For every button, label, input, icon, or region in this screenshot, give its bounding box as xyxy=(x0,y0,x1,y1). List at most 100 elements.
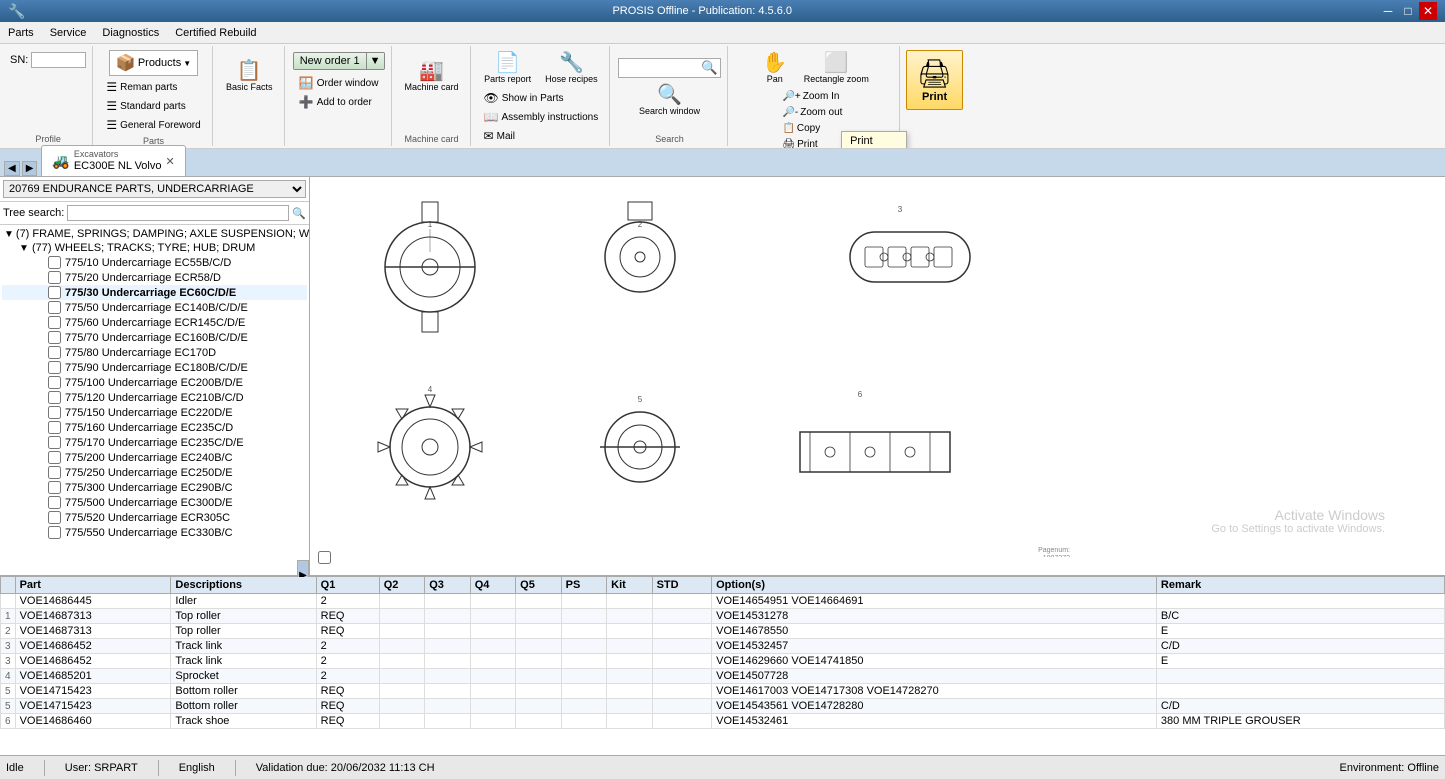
cell-kit xyxy=(607,609,652,624)
cell-std xyxy=(652,699,712,714)
tab-close-button[interactable]: ✕ xyxy=(166,155,175,168)
status-user: User: SRPART xyxy=(65,762,138,774)
reman-parts-button[interactable]: ☰ Reman parts xyxy=(101,78,205,96)
content-row: 20769 ENDURANCE PARTS, UNDERCARRIAGE Tre… xyxy=(0,177,1445,575)
hose-recipes-button[interactable]: 🔧 Hose recipes xyxy=(540,50,603,87)
products-group: 📦 Products ▼ ☰ Reman parts ☰ Standard pa… xyxy=(95,46,212,146)
cell-std xyxy=(652,669,712,684)
zoom-in-button[interactable]: 🔎+ Zoom In xyxy=(778,89,850,104)
zoom-out-button[interactable]: 🔎- Zoom out xyxy=(778,105,850,120)
table-row[interactable]: 2 VOE14687313 Top roller REQ VOE14678550… xyxy=(1,624,1445,639)
sn-input[interactable] xyxy=(31,52,86,68)
title-bar-title: PROSIS Offline - Publication: 4.5.6.0 xyxy=(612,5,792,17)
menu-service[interactable]: Service xyxy=(42,22,95,43)
menu-certified-rebuild[interactable]: Certified Rebuild xyxy=(167,22,264,43)
toolbar-search-input[interactable] xyxy=(619,61,699,75)
new-order-button[interactable]: New order 1 ▼ xyxy=(293,52,385,70)
cell-q5 xyxy=(516,714,561,729)
tree-search-input[interactable] xyxy=(67,205,289,221)
cell-q1: REQ xyxy=(316,609,379,624)
cell-options: VOE14531278 xyxy=(712,609,1157,624)
table-row[interactable]: 3 VOE14686452 Track link 2 VOE14629660 V… xyxy=(1,654,1445,669)
products-button[interactable]: 📦 Products ▼ xyxy=(109,50,198,76)
tree-item[interactable]: 775/300 Undercarriage EC290B/C xyxy=(2,480,307,495)
tree-search-button[interactable]: 🔍 xyxy=(292,207,306,220)
cell-q3 xyxy=(425,714,470,729)
pan-button[interactable]: ✋ Pan xyxy=(755,50,795,87)
order-window-button[interactable]: 🪟 Order window xyxy=(294,74,384,92)
machine-card-button[interactable]: 🏭 Machine card xyxy=(400,58,464,95)
print-button[interactable]: 🖨 Print xyxy=(906,50,964,110)
menu-parts[interactable]: Parts xyxy=(0,22,42,43)
tree-item[interactable]: 775/160 Undercarriage EC235C/D xyxy=(2,420,307,435)
tree-item[interactable]: 775/90 Undercarriage EC180B/C/D/E xyxy=(2,360,307,375)
cell-q5 xyxy=(516,699,561,714)
minimize-button[interactable]: ─ xyxy=(1379,2,1397,20)
tree-item[interactable]: 775/100 Undercarriage EC200B/D/E xyxy=(2,375,307,390)
col-std: STD xyxy=(652,577,712,594)
table-row[interactable]: 4 VOE14685201 Sprocket 2 VOE14507728 xyxy=(1,669,1445,684)
rectangle-zoom-button[interactable]: ⬜ Rectangle zoom xyxy=(799,50,874,87)
diagram-container: 1 2 xyxy=(310,177,1445,575)
main-tab[interactable]: 🚜 Excavators EC300E NL Volvo ✕ xyxy=(41,145,185,176)
cell-remark: E xyxy=(1156,654,1444,669)
tree-item[interactable]: 775/200 Undercarriage EC240B/C xyxy=(2,450,307,465)
tree-item[interactable]: 775/550 Undercarriage EC330B/C xyxy=(2,525,307,540)
cell-remark xyxy=(1156,669,1444,684)
toolbar-search-button[interactable]: 🔍 xyxy=(699,59,720,77)
cell-remark xyxy=(1156,594,1444,609)
catalog-dropdown[interactable]: 20769 ENDURANCE PARTS, UNDERCARRIAGE xyxy=(3,180,306,198)
close-button[interactable]: ✕ xyxy=(1419,2,1437,20)
table-row[interactable]: 1 VOE14687313 Top roller REQ VOE14531278… xyxy=(1,609,1445,624)
cell-ps xyxy=(561,669,606,684)
mail-button[interactable]: ✉ Mail xyxy=(479,127,604,145)
tree-item[interactable]: 775/500 Undercarriage EC300D/E xyxy=(2,495,307,510)
tree-item[interactable]: 775/10 Undercarriage EC55B/C/D xyxy=(2,255,307,270)
table-row[interactable]: 5 VOE14715423 Bottom roller REQ VOE14543… xyxy=(1,699,1445,714)
cell-q5 xyxy=(516,654,561,669)
search-window-button[interactable]: 🔍 Search window xyxy=(634,82,705,119)
cell-remark: C/D xyxy=(1156,639,1444,654)
col-q3: Q3 xyxy=(425,577,470,594)
tree-item[interactable]: ▼(77) WHEELS; TRACKS; TYRE; HUB; DRUM xyxy=(2,241,307,255)
tree-item[interactable]: 775/150 Undercarriage EC220D/E xyxy=(2,405,307,420)
tree-item[interactable]: 775/120 Undercarriage EC210B/C/D xyxy=(2,390,307,405)
cell-desc: Track link xyxy=(171,639,316,654)
print-btn-small[interactable]: 🖨 Print xyxy=(778,137,850,149)
cell-desc: Bottom roller xyxy=(171,684,316,699)
search-box-toolbar: 🔍 xyxy=(618,58,721,78)
parts-table: Part Descriptions Q1 Q2 Q3 Q4 Q5 PS Kit … xyxy=(0,576,1445,729)
diagram-checkbox[interactable] xyxy=(318,551,331,567)
general-foreword-button[interactable]: ☰ General Foreword xyxy=(101,116,205,134)
basic-facts-button[interactable]: 📋 Basic Facts xyxy=(221,58,278,95)
table-row[interactable]: 3 VOE14686452 Track link 2 VOE14532457 C… xyxy=(1,639,1445,654)
copy-button[interactable]: 📋 Copy xyxy=(778,121,850,136)
tree-item[interactable]: ▼(7) FRAME, SPRINGS; DAMPING; AXLE SUSPE… xyxy=(2,227,307,241)
tree-item[interactable]: 775/60 Undercarriage ECR145C/D/E xyxy=(2,315,307,330)
tree-item[interactable]: 775/170 Undercarriage EC235C/D/E xyxy=(2,435,307,450)
left-panel: 20769 ENDURANCE PARTS, UNDERCARRIAGE Tre… xyxy=(0,177,310,575)
tree-item[interactable]: 775/20 Undercarriage ECR58/D xyxy=(2,270,307,285)
table-row[interactable]: 6 VOE14686460 Track shoe REQ VOE14532461… xyxy=(1,714,1445,729)
cell-seq: 3 xyxy=(1,654,16,669)
tree-item[interactable]: 775/250 Undercarriage EC250D/E xyxy=(2,465,307,480)
standard-parts-button[interactable]: ☰ Standard parts xyxy=(101,97,205,115)
tab-forward-button[interactable]: ▶ xyxy=(22,161,38,176)
assembly-instructions-button[interactable]: 📖 Assembly instructions xyxy=(479,108,604,126)
menu-diagnostics[interactable]: Diagnostics xyxy=(94,22,167,43)
cell-q4 xyxy=(470,699,515,714)
cell-q4 xyxy=(470,714,515,729)
parts-report-button[interactable]: 📄 Parts report xyxy=(479,50,536,87)
tab-back-button[interactable]: ◀ xyxy=(4,161,20,176)
table-row[interactable]: 5 VOE14715423 Bottom roller REQ VOE14617… xyxy=(1,684,1445,699)
tree-item[interactable]: 775/70 Undercarriage EC160B/C/D/E xyxy=(2,330,307,345)
tree-item[interactable]: 775/50 Undercarriage EC140B/C/D/E xyxy=(2,300,307,315)
table-row[interactable]: VOE14686445 Idler 2 VOE14654951 VOE14664… xyxy=(1,594,1445,609)
add-to-order-button[interactable]: ➕ Add to order xyxy=(294,93,384,111)
title-bar-controls[interactable]: ─ □ ✕ xyxy=(1379,2,1437,20)
maximize-button[interactable]: □ xyxy=(1399,2,1417,20)
tree-item[interactable]: 775/520 Undercarriage ECR305C xyxy=(2,510,307,525)
tree-item[interactable]: 775/30 Undercarriage EC60C/D/E xyxy=(2,285,307,300)
tree-item[interactable]: 775/80 Undercarriage EC170D xyxy=(2,345,307,360)
show-in-parts-button[interactable]: 👁 Show in Parts xyxy=(479,89,604,107)
